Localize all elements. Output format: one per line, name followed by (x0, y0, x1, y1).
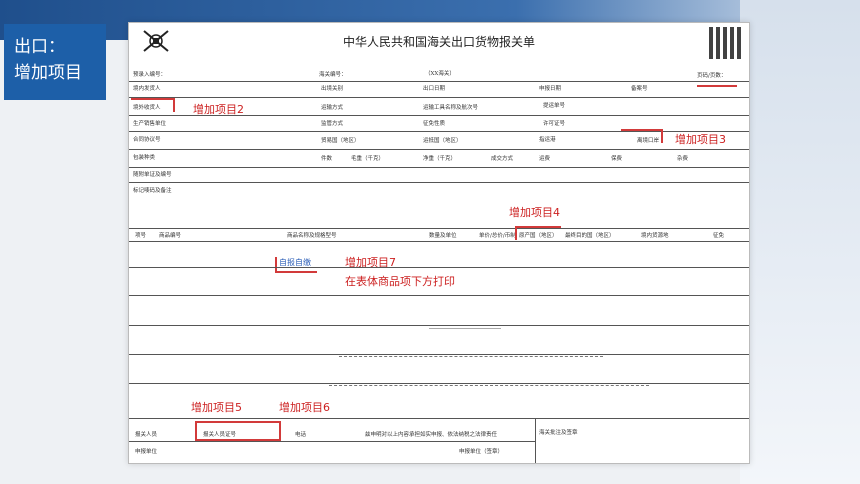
misc-fee: 杂费 (677, 156, 689, 162)
package-type: 包装种类 (133, 155, 156, 161)
license-no: 许可证号 (543, 121, 566, 127)
slide-title-line2: 增加项目 (14, 63, 82, 83)
item7-underline (275, 271, 317, 273)
declare-date: 申报日期 (539, 86, 562, 92)
divider (129, 115, 749, 116)
annotation-item4: 增加项目4 (509, 206, 560, 219)
divider (129, 354, 749, 355)
divider (129, 441, 535, 442)
customs-approval: 海关批注及签章 (539, 430, 578, 436)
divider (129, 149, 749, 150)
item5-box-right (279, 421, 281, 441)
customs-code: （XX海关） (425, 71, 455, 77)
page-no: 页码/页数： (697, 73, 727, 79)
destination-country: 运抵国（地区） (423, 138, 462, 144)
trade-country: 贸易国（地区） (321, 138, 360, 144)
slide-title-line1: 出口： (14, 37, 65, 57)
divider (129, 383, 749, 384)
divider (129, 241, 749, 242)
net-weight: 净重（千克） (423, 156, 457, 162)
item5-box-left (195, 421, 197, 441)
item4-mark (515, 226, 517, 240)
form-title: 中华人民共和国海关出口货物报关单 (342, 35, 535, 49)
tax-nature: 征免性质 (423, 121, 446, 127)
col-qty: 数量及单位 (429, 233, 457, 239)
contract-no: 合同协议号 (133, 137, 161, 143)
freight: 运费 (539, 156, 551, 162)
exit-customs: 出境关别 (321, 86, 344, 92)
domestic-consignor: 境内发货人 (133, 86, 161, 92)
col-exempt: 征免 (713, 233, 725, 239)
col-name: 商品名称及规格型号 (287, 233, 337, 239)
producer: 生产销售单位 (133, 121, 167, 127)
background-right-panel (740, 0, 860, 484)
slide-title-box: 出口： 增加项目 (4, 24, 106, 100)
divider (429, 328, 501, 329)
divider (129, 167, 749, 168)
item7-mark (275, 257, 277, 271)
divider (129, 325, 749, 326)
divider (129, 97, 749, 98)
pieces: 件数 (321, 156, 333, 162)
divider (129, 295, 749, 296)
divider (129, 81, 749, 82)
pre-entry-no: 预录入编号： (133, 72, 167, 78)
declaring-unit-sign: 申报单位（签章） (459, 449, 504, 455)
dashed-line (339, 356, 603, 357)
col-price: 单价/总价/币制 (479, 233, 516, 239)
overseas-consignee: 境外收货人 (133, 105, 161, 111)
attached-docs: 随附单证及编号 (133, 172, 172, 178)
annotation-item5: 增加项目5 (191, 401, 242, 414)
declaring-unit: 申报单位 (135, 449, 158, 455)
item5-box-top (195, 421, 281, 423)
supervision-mode: 监管方式 (321, 121, 344, 127)
annotation-item7-note: 在表体商品项下方打印 (345, 275, 455, 288)
item3-underline (621, 129, 661, 131)
insurance: 保费 (611, 156, 623, 162)
col-source: 境内货源地 (641, 233, 669, 239)
divider (129, 182, 749, 183)
statement: 兹申明对以上内容承担如实申报、依法纳税之法律责任 (365, 432, 498, 438)
divider (535, 418, 536, 463)
col-item: 项号 (135, 233, 147, 239)
customs-declaration-form: 中华人民共和国海关出口货物报关单 预录入编号： 海关编号： （XX海关） 页码/… (128, 22, 750, 464)
declarant: 报关人员 (135, 432, 158, 438)
dashed-line (329, 385, 649, 386)
transport-name: 运输工具名称及航次号 (423, 105, 479, 111)
divider (129, 228, 749, 229)
divider (129, 267, 749, 268)
deal-mode: 成交方式 (491, 156, 514, 162)
item2-underline (131, 98, 173, 100)
bill-no: 提运单号 (543, 103, 566, 109)
item3-mark (661, 129, 663, 143)
marks-remarks: 标记唛码及备注 (133, 188, 172, 194)
annotation-item3: 增加项目3 (675, 133, 726, 146)
divider (129, 131, 749, 132)
col-code: 商品编号 (159, 233, 182, 239)
item4-underline (515, 226, 561, 228)
annotation-item6: 增加项目6 (279, 401, 330, 414)
export-date: 出口日期 (423, 86, 446, 92)
col-final-dest: 最终目的国（地区） (565, 233, 615, 239)
exit-port: 离境口岸 (637, 138, 660, 144)
item3-underline-top (697, 85, 737, 87)
phone: 电话 (295, 432, 307, 438)
gross-weight: 毛重（千克） (351, 156, 385, 162)
transport-mode: 运输方式 (321, 105, 344, 111)
departure-port: 指运港 (539, 137, 556, 143)
record-no: 备案号 (631, 86, 648, 92)
divider (129, 418, 749, 419)
customs-no: 海关编号： (319, 72, 347, 78)
qr-code-icon (709, 27, 741, 59)
declarant-cert: 报关人员证号 (203, 432, 237, 438)
col-origin: 原产国（地区） (519, 233, 558, 239)
item2-mark (173, 98, 175, 112)
